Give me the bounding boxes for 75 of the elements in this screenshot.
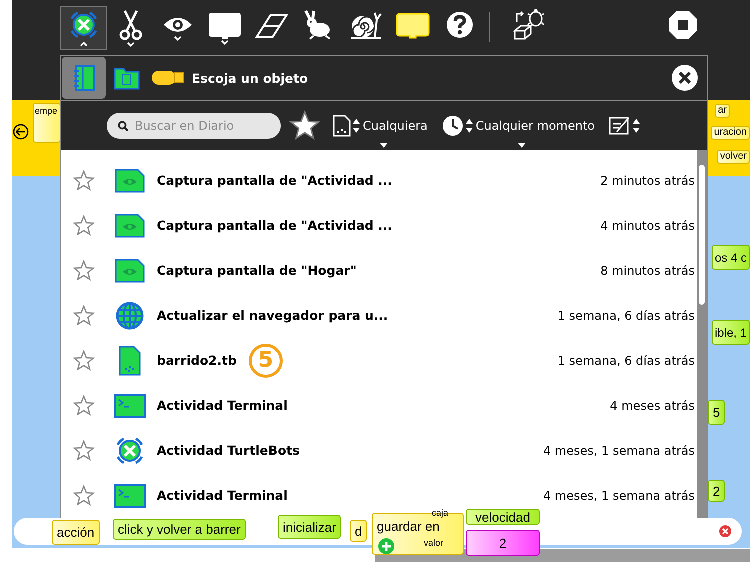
- code-block[interactable]: d: [350, 520, 368, 542]
- entry-title[interactable]: Actividad Terminal: [157, 398, 288, 413]
- eye-icon: [162, 15, 194, 35]
- code-block[interactable]: valor: [420, 538, 448, 549]
- code-block[interactable]: os 4 c: [712, 245, 750, 270]
- step-number: 5: [248, 344, 283, 378]
- star-icon[interactable]: [73, 304, 95, 326]
- toolbar-button[interactable]: [60, 6, 107, 50]
- entry-title[interactable]: Actividad Terminal: [157, 488, 288, 503]
- turtle-box-icon: [510, 9, 544, 41]
- usb-stick-icon: [151, 69, 185, 87]
- scrollbar-thumb[interactable]: [699, 165, 705, 305]
- image-file-icon: [115, 258, 145, 282]
- code-block[interactable]: empe: [33, 103, 61, 143]
- code-block[interactable]: ible, 1: [712, 320, 750, 345]
- stop-icon: [666, 9, 698, 41]
- entry-time: 1 semana, 6 días atrás: [558, 308, 695, 322]
- entry-title[interactable]: Captura pantalla de "Actividad ...: [157, 218, 392, 233]
- code-block[interactable]: 2: [466, 530, 540, 556]
- image-file-icon: [115, 168, 145, 192]
- entry-title[interactable]: Captura pantalla de "Hogar": [157, 263, 357, 278]
- code-block[interactable]: click y volver a barrer: [113, 519, 246, 540]
- terminal-icon: [114, 394, 146, 418]
- notebook-icon: [72, 64, 96, 92]
- help-icon: [444, 10, 474, 40]
- code-block[interactable]: uracion: [711, 126, 750, 140]
- image-file-icon: [115, 214, 145, 238]
- dropdown-icon: [518, 142, 526, 148]
- code-block[interactable]: volver: [717, 150, 750, 164]
- entry-title[interactable]: Actividad TurtleBots: [157, 443, 300, 458]
- entry-title[interactable]: barrido2.tb: [157, 353, 237, 368]
- file-icon: [119, 346, 141, 376]
- globe-icon: [116, 302, 144, 330]
- clear-icon[interactable]: [719, 525, 732, 538]
- star-icon[interactable]: [73, 260, 95, 282]
- entry-time: 4 meses atrás: [610, 398, 695, 412]
- entry-time: 8 minutos atrás: [600, 264, 695, 278]
- close-icon[interactable]: [671, 64, 699, 92]
- star-icon[interactable]: [73, 350, 95, 372]
- code-block[interactable]: ar: [715, 104, 730, 118]
- eraser-icon: [254, 11, 288, 39]
- code-block[interactable]: 2: [708, 480, 726, 502]
- snail-icon: [348, 10, 382, 40]
- file-icon: [333, 114, 351, 136]
- code-block[interactable]: acción: [52, 520, 100, 545]
- entry-time: 4 meses, 1 semana atrás: [543, 488, 695, 502]
- entry-time: 1 semana, 6 días atrás: [558, 354, 695, 368]
- dropdown-icon: [380, 142, 388, 148]
- filter-button[interactable]: Cualquiera: [333, 106, 428, 146]
- terminal-icon: [114, 484, 146, 508]
- up-down-icon: [632, 118, 642, 134]
- folder-icon: [114, 66, 140, 90]
- search-icon: [118, 120, 129, 132]
- star-icon[interactable]: [73, 394, 95, 416]
- entry-title[interactable]: Actualizar el navegador para u...: [157, 308, 388, 323]
- search-field[interactable]: Buscar en Diario: [107, 112, 281, 138]
- entry-title[interactable]: Captura pantalla de "Actividad ...: [157, 173, 392, 188]
- star-icon[interactable]: [73, 484, 95, 506]
- sort-icon: [609, 116, 632, 136]
- up-down-icon: [352, 118, 361, 134]
- star-icon[interactable]: [289, 110, 321, 142]
- entry-time: 4 meses, 1 semana atrás: [543, 444, 695, 458]
- star-icon[interactable]: [73, 214, 95, 236]
- code-block[interactable]: 5: [708, 400, 726, 425]
- entry-time: 2 minutos atrás: [600, 174, 695, 188]
- dialog-title: Escoja un objeto: [192, 70, 308, 86]
- rabbit-icon: [304, 10, 334, 40]
- code-block[interactable]: velocidad: [466, 509, 540, 525]
- code-block[interactable]: inicializar: [278, 515, 342, 539]
- block-icon: [208, 11, 242, 39]
- block-icon: [396, 11, 430, 39]
- filter-button[interactable]: Cualquier momento: [442, 106, 596, 146]
- star-icon[interactable]: [73, 170, 95, 192]
- entry-time: 4 minutos atrás: [600, 218, 695, 232]
- star-icon[interactable]: [73, 440, 95, 462]
